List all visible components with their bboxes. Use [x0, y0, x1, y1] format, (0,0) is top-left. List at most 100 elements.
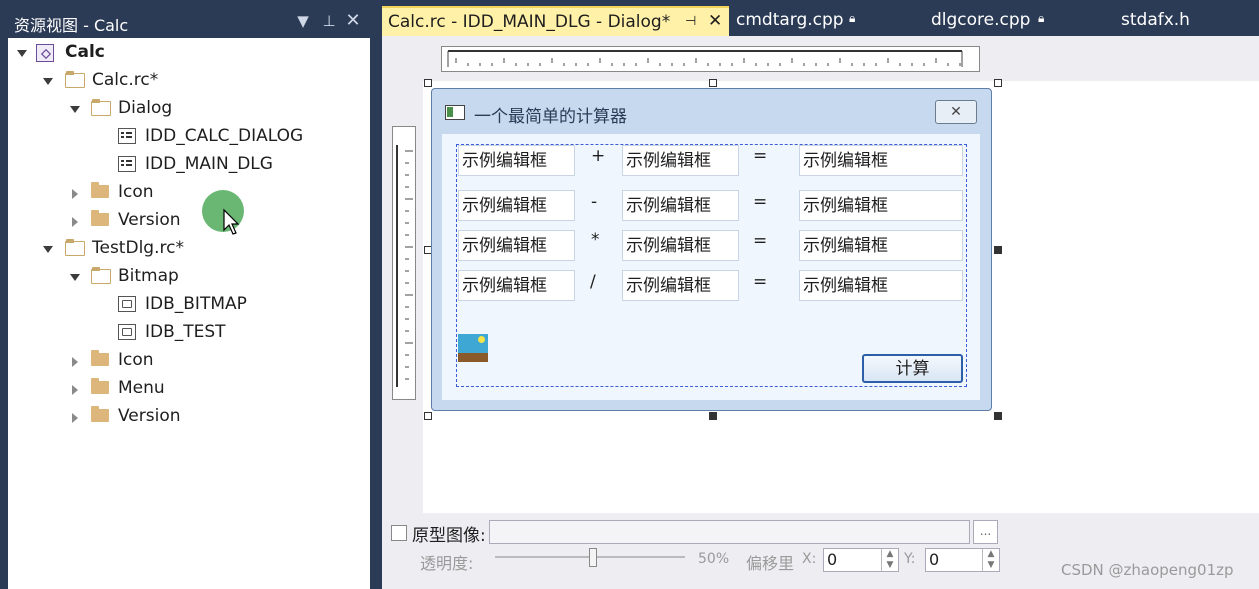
expand-arrow-icon[interactable] [42, 244, 54, 256]
tree-item-icon-folder[interactable]: Icon [8, 350, 368, 374]
expand-arrow-icon[interactable] [16, 48, 28, 60]
dialog-preview[interactable]: 一个最简单的计算器 ✕ 示例编辑框 + 示例编辑框 = 示例编辑框 示例编辑框 … [431, 88, 992, 411]
expand-arrow-icon[interactable] [42, 76, 54, 88]
bitmap-resource-icon [118, 324, 136, 340]
panel-title-bar: 资源视图 - Calc ▼ ⊥ ✕ [0, 6, 372, 38]
collapse-arrow-icon[interactable] [69, 216, 81, 228]
folder-icon [91, 406, 109, 422]
prototype-image-checkbox[interactable] [391, 525, 407, 541]
resize-handle[interactable] [709, 79, 717, 87]
tab-dlgcore-cpp[interactable]: dlgcore.cpp 🔒︎ [931, 6, 1111, 36]
edit-operand-2[interactable]: 示例编辑框 [622, 145, 739, 176]
close-icon: ✕ [950, 104, 962, 120]
folder-open-icon [65, 71, 85, 88]
tree-item-idd-calc-dialog[interactable]: IDD_CALC_DIALOG [8, 126, 368, 150]
mouse-pointer-icon [223, 208, 240, 235]
tree-label: IDD_MAIN_DLG [145, 154, 273, 174]
equals-label: = [753, 192, 768, 212]
tree-item-idd-main-dlg[interactable]: IDD_MAIN_DLG [8, 154, 368, 178]
tree-label: IDB_BITMAP [145, 294, 247, 314]
resize-handle[interactable] [994, 79, 1002, 87]
operator-label: - [591, 192, 598, 212]
pin-icon[interactable]: ⊣ [685, 14, 696, 29]
tree-item-testdlg-rc[interactable]: TestDlg.rc* [8, 238, 368, 262]
folder-icon [91, 350, 109, 366]
bitmap-resource-icon [118, 296, 136, 312]
dialog-resource-icon [118, 156, 136, 172]
resize-handle[interactable] [994, 246, 1002, 254]
edit-result[interactable]: 示例编辑框 [799, 230, 963, 261]
equals-label: = [753, 231, 768, 251]
prototype-image-path-field[interactable] [489, 520, 970, 544]
tree-item-menu-folder[interactable]: Menu [8, 378, 368, 402]
resize-handle[interactable] [424, 412, 432, 420]
tab-calc-rc-dialog[interactable]: Calc.rc - IDD_MAIN_DLG - Dialog* ⊣ ✕ [382, 6, 729, 38]
ruler-ticks [396, 145, 413, 387]
tab-label: cmdtarg.cpp [736, 10, 844, 30]
folder-open-icon [91, 267, 111, 284]
equals-label: = [753, 272, 768, 292]
project-icon [36, 44, 54, 62]
picture-control-bitmap[interactable] [458, 334, 488, 362]
resize-handle[interactable] [994, 412, 1002, 420]
selection-rectangle [456, 144, 967, 387]
tree-item-bitmap-folder[interactable]: Bitmap [8, 266, 368, 290]
tree-item-idb-test[interactable]: IDB_TEST [8, 322, 368, 346]
resize-handle[interactable] [424, 79, 432, 87]
resource-view-panel: 资源视图 - Calc ▼ ⊥ ✕ Calc Calc.rc* Dialog I… [0, 0, 374, 589]
dropdown-icon[interactable]: ▼ [294, 12, 312, 30]
tab-cmdtarg-cpp[interactable]: cmdtarg.cpp 🔒︎ [736, 6, 916, 36]
close-icon[interactable]: ✕ [344, 10, 362, 31]
collapse-arrow-icon[interactable] [69, 412, 81, 424]
panel-title: 资源视图 - Calc [14, 16, 129, 35]
collapse-arrow-icon[interactable] [69, 188, 81, 200]
calculate-button[interactable]: 计算 [862, 354, 963, 383]
folder-open-icon [91, 99, 111, 116]
x-label: X: [802, 551, 817, 567]
edit-result[interactable]: 示例编辑框 [799, 145, 963, 176]
edit-operand-1[interactable]: 示例编辑框 [458, 270, 575, 301]
tree-item-version-folder[interactable]: Version [8, 210, 368, 234]
tree-label: Icon [118, 350, 154, 370]
edit-operand-2[interactable]: 示例编辑框 [622, 230, 739, 261]
tree-item-dialog-folder[interactable]: Dialog [8, 98, 368, 122]
spin-arrows-icon[interactable]: ▲ ▼ [881, 549, 898, 571]
resize-handle[interactable] [709, 412, 717, 420]
edit-operand-1[interactable]: 示例编辑框 [458, 230, 575, 261]
edit-operand-2[interactable]: 示例编辑框 [622, 270, 739, 301]
tab-stdafx-h[interactable]: stdafx.h [1121, 6, 1251, 36]
tree-item-calc-rc[interactable]: Calc.rc* [8, 70, 368, 94]
tree-label: Version [118, 406, 181, 426]
browse-button[interactable]: ... [973, 520, 998, 544]
resource-tree: Calc Calc.rc* Dialog IDD_CALC_DIALOG IDD… [8, 38, 370, 589]
dialog-close-button[interactable]: ✕ [935, 100, 977, 124]
collapse-arrow-icon[interactable] [69, 356, 81, 368]
offset-label: 偏移里 [746, 554, 795, 573]
lock-icon: 🔒︎ [849, 11, 856, 25]
tree-item-idb-bitmap[interactable]: IDB_BITMAP [8, 294, 368, 318]
horizontal-ruler[interactable] [441, 46, 980, 72]
prototype-image-label: 原型图像: [412, 526, 486, 546]
dialog-title: 一个最简单的计算器 [474, 107, 627, 127]
expand-arrow-icon[interactable] [69, 104, 81, 116]
edit-operand-2[interactable]: 示例编辑框 [622, 190, 739, 221]
lock-icon: 🔒︎ [1038, 11, 1045, 25]
edit-operand-1[interactable]: 示例编辑框 [458, 145, 575, 176]
tree-item-version-folder[interactable]: Version [8, 406, 368, 430]
opacity-label: 透明度: [420, 554, 474, 573]
tree-item-icon-folder[interactable]: Icon [8, 182, 368, 206]
expand-arrow-icon[interactable] [69, 272, 81, 284]
edit-result[interactable]: 示例编辑框 [799, 190, 963, 221]
tree-label: IDD_CALC_DIALOG [145, 126, 304, 146]
tree-label: Icon [118, 182, 154, 202]
close-tab-icon[interactable]: ✕ [708, 11, 722, 31]
pin-icon[interactable]: ⊥ [320, 12, 338, 30]
edit-result[interactable]: 示例编辑框 [799, 270, 963, 301]
spin-arrows-icon[interactable]: ▲ ▼ [982, 549, 999, 571]
tree-item-root[interactable]: Calc [8, 42, 368, 66]
collapse-arrow-icon[interactable] [69, 384, 81, 396]
vertical-ruler[interactable] [392, 126, 416, 400]
opacity-slider-thumb[interactable] [589, 548, 597, 567]
edit-operand-1[interactable]: 示例编辑框 [458, 190, 575, 221]
folder-open-icon [65, 239, 85, 256]
